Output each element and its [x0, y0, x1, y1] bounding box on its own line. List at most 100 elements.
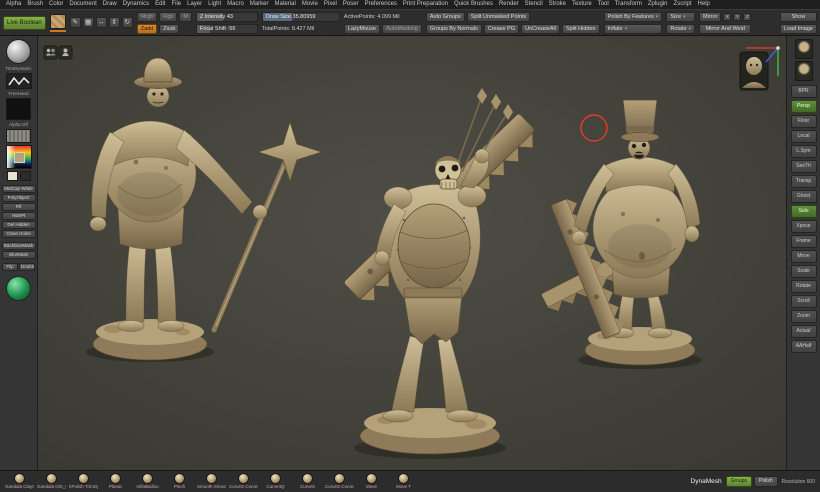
paint-mode-button[interactable]: Rgb [159, 12, 177, 22]
toolbar-tool-icon[interactable]: ↔ [96, 17, 107, 28]
inflate-slider[interactable]: Inflate▾ [604, 24, 663, 34]
menu-item[interactable]: Edit [152, 0, 168, 9]
stroke-preview[interactable] [6, 73, 32, 89]
paint-mode-button[interactable]: Mrgb [137, 12, 158, 22]
mirror-button[interactable]: Mirror [699, 12, 721, 22]
brush-preset[interactable]: Smooth Smoot [197, 473, 226, 490]
menu-item[interactable]: Marker [247, 0, 272, 9]
toolbar-tool-icon[interactable]: ▦ [83, 17, 94, 28]
toolbar-button[interactable]: Split Hidden [562, 24, 600, 34]
menu-item[interactable]: Preferences [362, 0, 400, 9]
left-shelf-button[interactable]: PolyObject [2, 194, 36, 202]
right-shelf-button[interactable]: Xpose [791, 220, 817, 233]
display-button[interactable]: Double [19, 263, 35, 271]
brush-preset[interactable]: CurveS Curve4 [325, 473, 354, 490]
left-shelf-button[interactable]: Fill [2, 203, 36, 211]
menu-item[interactable]: Brush [24, 0, 46, 9]
show-button[interactable]: Show [780, 12, 817, 22]
mask-button[interactable]: BlurMask [2, 251, 36, 259]
polish-by-features-slider[interactable]: Polish By Features▾ [604, 12, 663, 22]
brush-preset[interactable]: Move [357, 473, 386, 490]
draw-size-slider[interactable]: Draw Size 35.80959 [262, 12, 340, 22]
alpha-preview[interactable] [6, 98, 31, 120]
axis-toggle[interactable]: Z [743, 13, 751, 21]
current-brush-chip[interactable] [50, 14, 66, 32]
color-picker-inner-swatch[interactable] [14, 152, 25, 163]
main-color-swatch[interactable] [7, 171, 18, 181]
display-button[interactable]: Flip [2, 263, 18, 271]
left-shelf-button[interactable]: MatCap White [2, 185, 36, 193]
menu-item[interactable]: Material [272, 0, 299, 9]
right-shelf-button[interactable]: L.Sym [791, 145, 817, 158]
right-shelf-button[interactable]: SeeTh [791, 160, 817, 173]
right-shelf-button[interactable]: Solo [791, 205, 817, 218]
left-shelf-button[interactable]: Close Holes [2, 230, 36, 238]
left-shelf-button[interactable]: HidePt [2, 212, 36, 220]
right-shelf-button[interactable]: Move [791, 250, 817, 263]
right-shelf-button[interactable]: Scale [791, 265, 817, 278]
menu-item[interactable]: Stroke [546, 0, 569, 9]
menu-item[interactable]: Poser [340, 0, 362, 9]
brush-preset[interactable]: Curve4Q [261, 473, 290, 490]
axis-toggle[interactable]: Y [733, 13, 741, 21]
viewport-canvas[interactable] [38, 36, 786, 470]
menu-item[interactable]: Transform [612, 0, 645, 9]
toolbar-tool-icon[interactable]: ✎ [70, 17, 81, 28]
sculpt-mode-button[interactable]: Zsub [159, 24, 179, 34]
brush-preset[interactable]: Planar [101, 473, 130, 490]
menu-item[interactable]: Macro [224, 0, 247, 9]
menu-item[interactable]: Color [46, 0, 66, 9]
brush-preset[interactable]: Pinch [165, 473, 194, 490]
right-shelf-button[interactable]: Transp [791, 175, 817, 188]
menu-item[interactable]: Dynamics [120, 0, 152, 9]
menu-item[interactable]: Quick Brushes [451, 0, 496, 9]
menu-item[interactable]: Print Preparation [400, 0, 451, 9]
brush-preset[interactable]: CurveS CurveS [229, 473, 258, 490]
right-shelf-button[interactable]: Rotate [791, 280, 817, 293]
toolbar-button[interactable]: Crease PG [484, 24, 519, 34]
menu-item[interactable]: Texture [569, 0, 595, 9]
right-shelf-button[interactable]: Frame [791, 235, 817, 248]
size-slider[interactable]: Size▾ [666, 12, 695, 22]
right-shelf-button[interactable]: Actual [791, 325, 817, 338]
left-shelf-button[interactable]: Del Hidden [2, 221, 36, 229]
quick-pick-thumbnail[interactable] [795, 39, 813, 59]
focal-shift-slider[interactable]: Focal Shift -56 [196, 24, 258, 34]
menu-item[interactable]: Zplugin [645, 0, 671, 9]
menu-item[interactable]: Movie [299, 0, 321, 9]
mirror-and-weld-button[interactable]: Mirror And Weld [699, 24, 751, 34]
quick-pick-thumbnail[interactable] [795, 61, 813, 81]
brush-preset[interactable]: hPolish TrimDy [69, 473, 98, 490]
right-shelf-button[interactable]: Ghost [791, 190, 817, 203]
menu-item[interactable]: Help [695, 0, 713, 9]
right-shelf-button[interactable]: Persp [791, 100, 817, 113]
menu-item[interactable]: Draw [100, 0, 120, 9]
brush-preview-sphere[interactable] [6, 39, 31, 64]
menu-item[interactable]: Alpha [3, 0, 24, 9]
menu-item[interactable]: Render [496, 0, 522, 9]
brush-preset[interactable]: Gandala Orb_Cl [37, 473, 66, 490]
automasking-button[interactable]: AutoMasking [382, 24, 422, 34]
material-preview-sphere[interactable] [6, 276, 31, 301]
menu-item[interactable]: Stencil [522, 0, 546, 9]
paint-mode-button[interactable]: M [179, 12, 192, 22]
menu-item[interactable]: Document [66, 0, 99, 9]
brush-preset[interactable]: Move T [389, 473, 418, 490]
right-shelf-button[interactable]: BPR [791, 85, 817, 98]
menu-item[interactable]: Light [205, 0, 224, 9]
texture-preview[interactable] [6, 129, 31, 143]
dynamesh-button[interactable]: Groups [726, 476, 752, 487]
toolbar-button[interactable]: Auto Groups [426, 12, 465, 22]
material-preview-thumb[interactable] [740, 52, 768, 90]
load-image-button[interactable]: Load Image [780, 24, 817, 34]
rotate-slider[interactable]: Rotate▾ [666, 24, 695, 34]
live-boolean-button[interactable]: Live Boolean [3, 16, 46, 30]
right-shelf-button[interactable]: Scroll [791, 295, 817, 308]
mask-button[interactable]: BackfaceMask [2, 242, 36, 250]
right-shelf-button[interactable]: Floor [791, 115, 817, 128]
toolbar-tool-icon[interactable]: ↻ [122, 17, 133, 28]
z-intensity-slider[interactable]: Z Intensity 43 [196, 12, 258, 22]
axis-toggle[interactable]: X [723, 13, 731, 21]
lazymouse-button[interactable]: LazyMouse [344, 24, 380, 34]
toolbar-button[interactable]: Groups By Normals [426, 24, 482, 34]
